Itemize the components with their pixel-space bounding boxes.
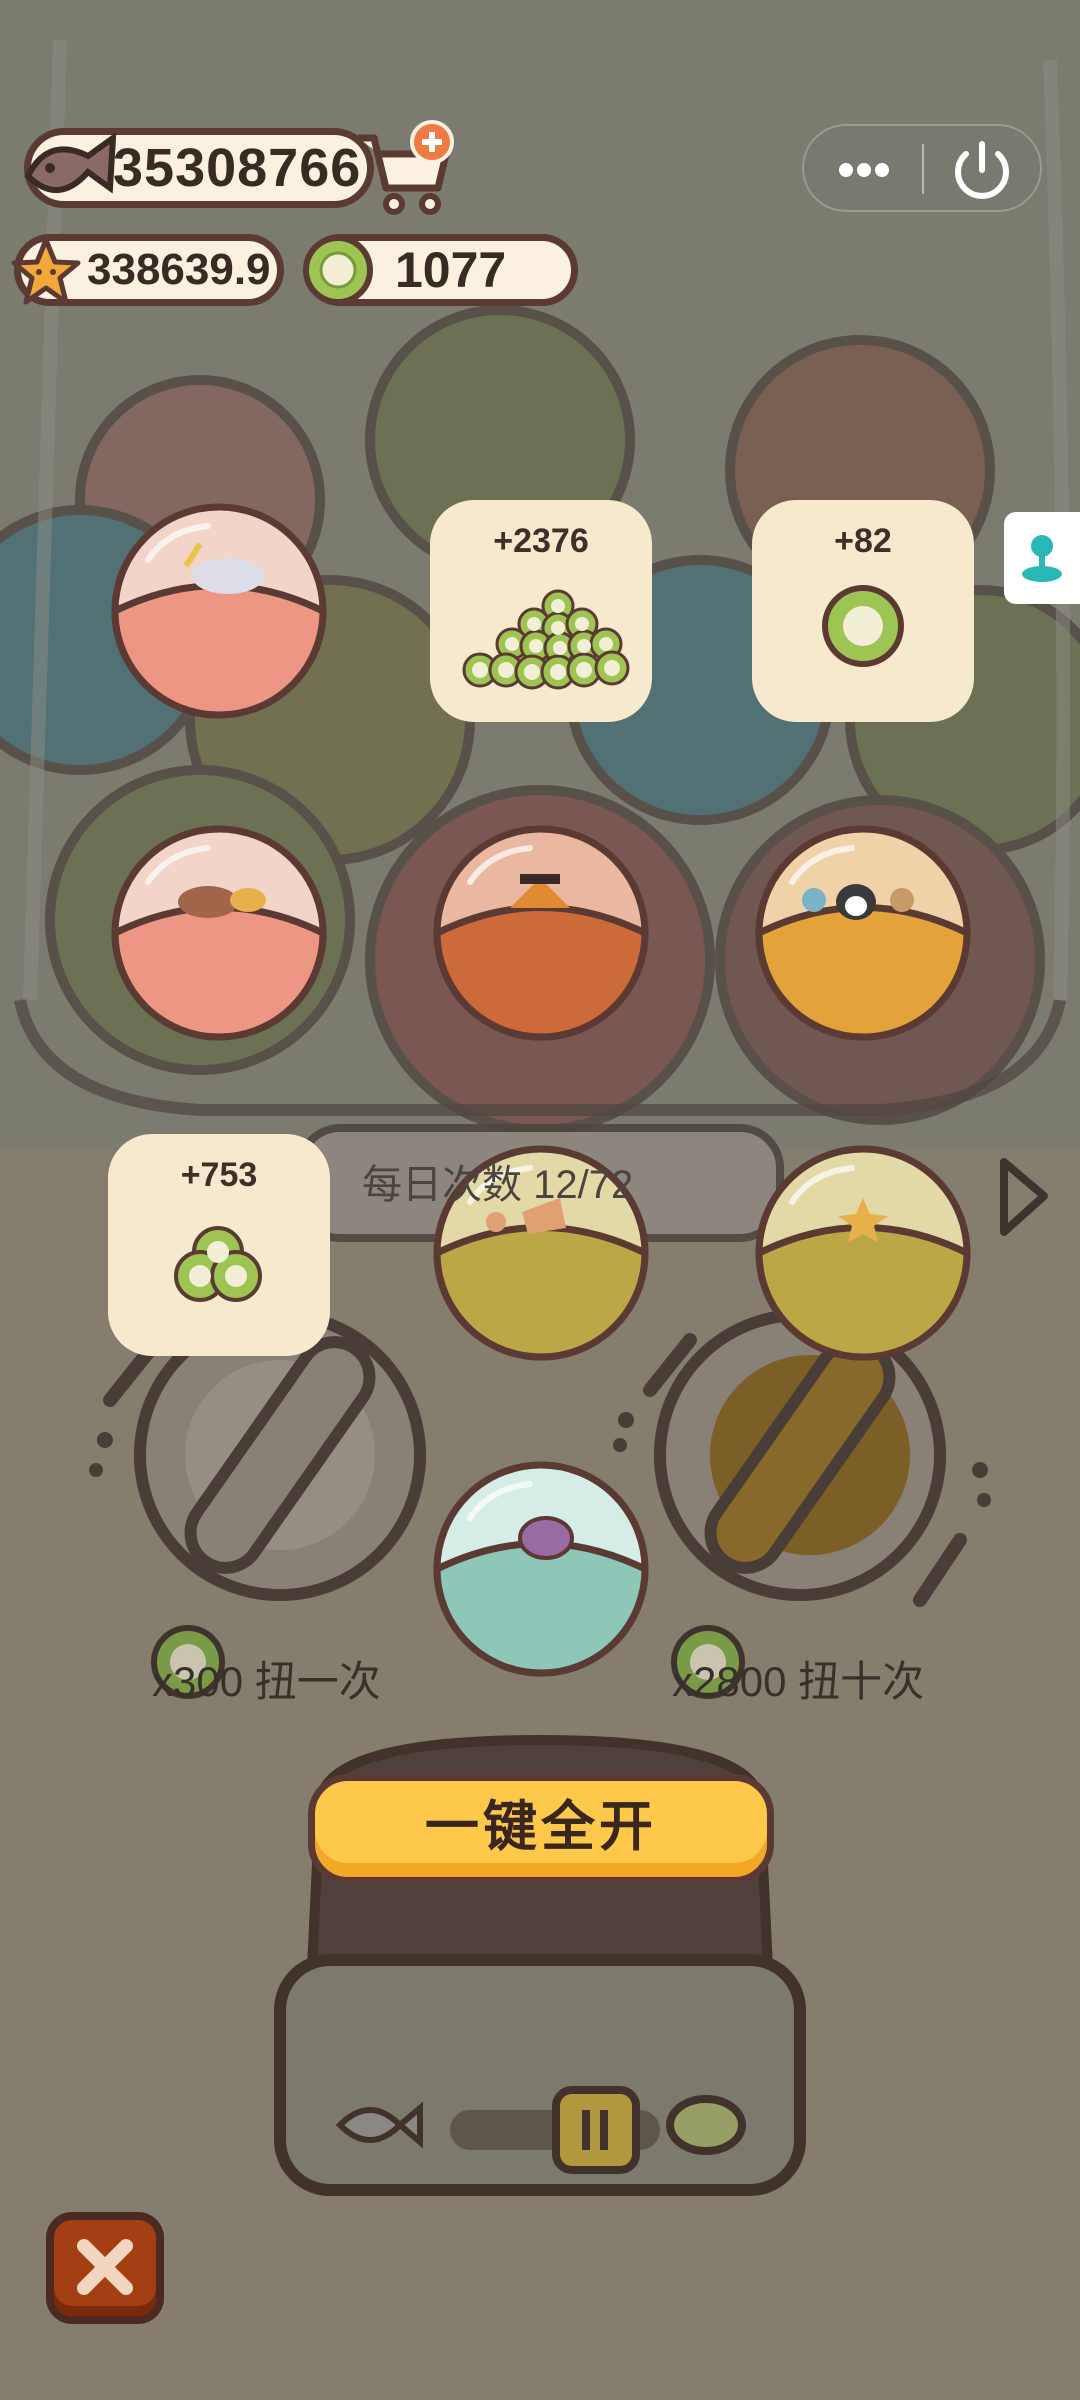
open-all-button[interactable]: 一键全开 xyxy=(308,1774,774,1884)
close-button[interactable] xyxy=(46,2212,164,2324)
more-button[interactable] xyxy=(804,126,922,210)
exit-button[interactable] xyxy=(924,126,1040,210)
power-icon xyxy=(955,141,1009,199)
side-float-button[interactable] xyxy=(1004,512,1080,604)
spin-ten-label: x2800 扭十次 xyxy=(672,1658,925,1705)
coin-pile-icon xyxy=(462,589,630,690)
fish-count: 35308766 xyxy=(113,138,362,198)
joystick-icon xyxy=(1022,535,1062,582)
more-dots-icon xyxy=(839,163,889,177)
coin-icon xyxy=(303,235,373,305)
mini-program-capsule xyxy=(802,124,1042,212)
capsule-pink-unicorn[interactable] xyxy=(108,500,330,722)
capsule-teal-shell[interactable] xyxy=(430,1458,652,1680)
star-icon xyxy=(11,237,81,305)
coin-stack-icon xyxy=(174,1226,262,1302)
daily-spin-count: 每日次数 12/72 xyxy=(362,1163,634,1207)
next-arrow-icon[interactable] xyxy=(992,1150,1056,1244)
cart-plus-icon[interactable] xyxy=(350,118,460,218)
reward-card-coins-2376[interactable]: +2376 xyxy=(430,500,652,722)
close-icon xyxy=(77,2239,133,2295)
fish-icon xyxy=(24,131,117,194)
capsule-yellow-penguin[interactable] xyxy=(752,822,974,1044)
capsule-olive-star[interactable] xyxy=(752,1142,974,1364)
coin-icon xyxy=(822,585,904,667)
capsule-pink-cat[interactable] xyxy=(108,822,330,1044)
star-count: 338639.9 xyxy=(87,245,271,294)
reward-card-coins-753[interactable]: +753 xyxy=(108,1134,330,1356)
shell-icon xyxy=(518,1516,574,1560)
capsule-orange-fox[interactable] xyxy=(430,822,652,1044)
spin-once-label: x300 扭一次 xyxy=(152,1658,381,1705)
reward-card-coins-82[interactable]: +82 xyxy=(752,500,974,722)
coin-count: 1077 xyxy=(395,242,507,298)
